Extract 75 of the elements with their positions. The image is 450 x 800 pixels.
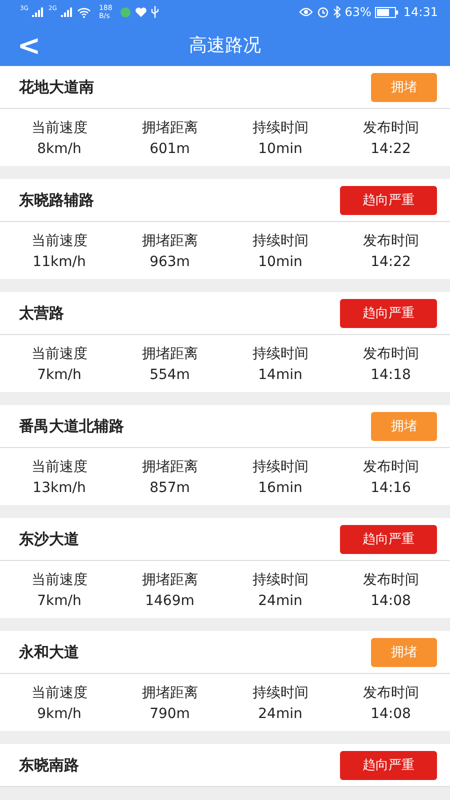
- status-badge: 拥堵: [371, 412, 437, 440]
- status-badge: 拥堵: [371, 72, 437, 102]
- stat-label: 持续时间: [251, 232, 310, 250]
- stat-value: 790m: [148, 706, 191, 722]
- stat-label: 当前速度: [30, 344, 88, 362]
- stat-value: 7km/h: [36, 366, 82, 382]
- heart-icon: [135, 6, 148, 18]
- stat-label: 拥堵距离: [140, 232, 199, 250]
- road-name: 永和大道: [19, 642, 79, 662]
- stat-label: 拥堵距离: [140, 118, 199, 136]
- stat-label: 拥堵距离: [140, 570, 199, 588]
- stat-value: 1469m: [144, 592, 196, 608]
- wifi-icon: [76, 6, 91, 18]
- stat-value: 14:08: [370, 592, 412, 608]
- stat-label: 发布时间: [362, 570, 420, 588]
- stat-value: 857m: [148, 480, 191, 496]
- stat-label: 持续时间: [251, 118, 310, 136]
- stat-value: 14:18: [370, 366, 412, 382]
- stat-value: 9km/h: [36, 706, 82, 722]
- stat-value: 10min: [257, 140, 304, 156]
- status-badge: 趋向严重: [340, 186, 437, 214]
- battery-icon: [375, 6, 400, 18]
- stat-label: 拥堵距离: [140, 344, 199, 362]
- stat-value: 14:08: [370, 706, 412, 722]
- stat-value: 24min: [257, 592, 304, 608]
- stat-label: 发布时间: [362, 458, 420, 476]
- stat-value: 24min: [257, 706, 304, 722]
- stat-value: 7km/h: [36, 592, 82, 608]
- stat-label: 发布时间: [362, 684, 420, 702]
- status-badge: 拥堵: [371, 638, 437, 666]
- road-name: 东晓南路: [19, 756, 79, 774]
- battery-percent: 63%: [344, 5, 372, 19]
- road-name: 番禺大道北辅路: [19, 416, 124, 436]
- bluetooth-icon: [332, 6, 341, 18]
- stat-label: 当前速度: [30, 118, 88, 136]
- stat-label: 持续时间: [251, 570, 310, 588]
- stat-label: 发布时间: [362, 344, 420, 362]
- stat-value: 554m: [148, 366, 191, 382]
- signal-icon: [60, 7, 73, 17]
- road-name: 花地大道南: [19, 78, 94, 96]
- stat-value: 14:16: [370, 480, 412, 496]
- status-badge: 趋向严重: [340, 298, 437, 328]
- stat-value: 10min: [257, 254, 304, 270]
- stat-label: 拥堵距离: [140, 684, 199, 702]
- road-name: 东沙大道: [19, 530, 79, 548]
- stat-label: 持续时间: [251, 344, 310, 362]
- stat-value: 14:22: [370, 254, 412, 270]
- clock: 14:31: [403, 5, 438, 19]
- stat-value: 601m: [148, 140, 191, 156]
- stat-value: 14:22: [370, 140, 412, 156]
- status-badge: 趋向严重: [340, 750, 437, 780]
- alarm-icon: [316, 6, 329, 18]
- signal-icon: [32, 7, 44, 17]
- stat-value: 963m: [148, 254, 191, 270]
- stat-label: 拥堵距离: [140, 458, 199, 476]
- stat-value: 13km/h: [32, 480, 87, 496]
- status-badge: 趋向严重: [340, 524, 437, 554]
- stat-label: 当前速度: [30, 570, 88, 588]
- road-name: 太营路: [19, 304, 64, 322]
- stat-value: 11km/h: [32, 254, 87, 270]
- road-name: 东晓路辅路: [19, 190, 94, 210]
- stat-value: 8km/h: [36, 140, 82, 156]
- eye-icon: [298, 7, 313, 17]
- stat-label: 当前速度: [30, 684, 88, 702]
- stat-label: 发布时间: [362, 232, 420, 250]
- stat-label: 当前速度: [30, 458, 88, 476]
- back-button[interactable]: <: [0, 28, 44, 62]
- stat-value: 16min: [257, 480, 304, 496]
- stat-value: 14min: [257, 366, 304, 382]
- stat-label: 持续时间: [251, 458, 310, 476]
- stat-label: 持续时间: [251, 684, 310, 702]
- stat-label: 发布时间: [362, 118, 420, 136]
- page-title: 高速路况: [189, 34, 261, 57]
- usb-icon: [151, 6, 160, 18]
- stat-label: 当前速度: [30, 232, 88, 250]
